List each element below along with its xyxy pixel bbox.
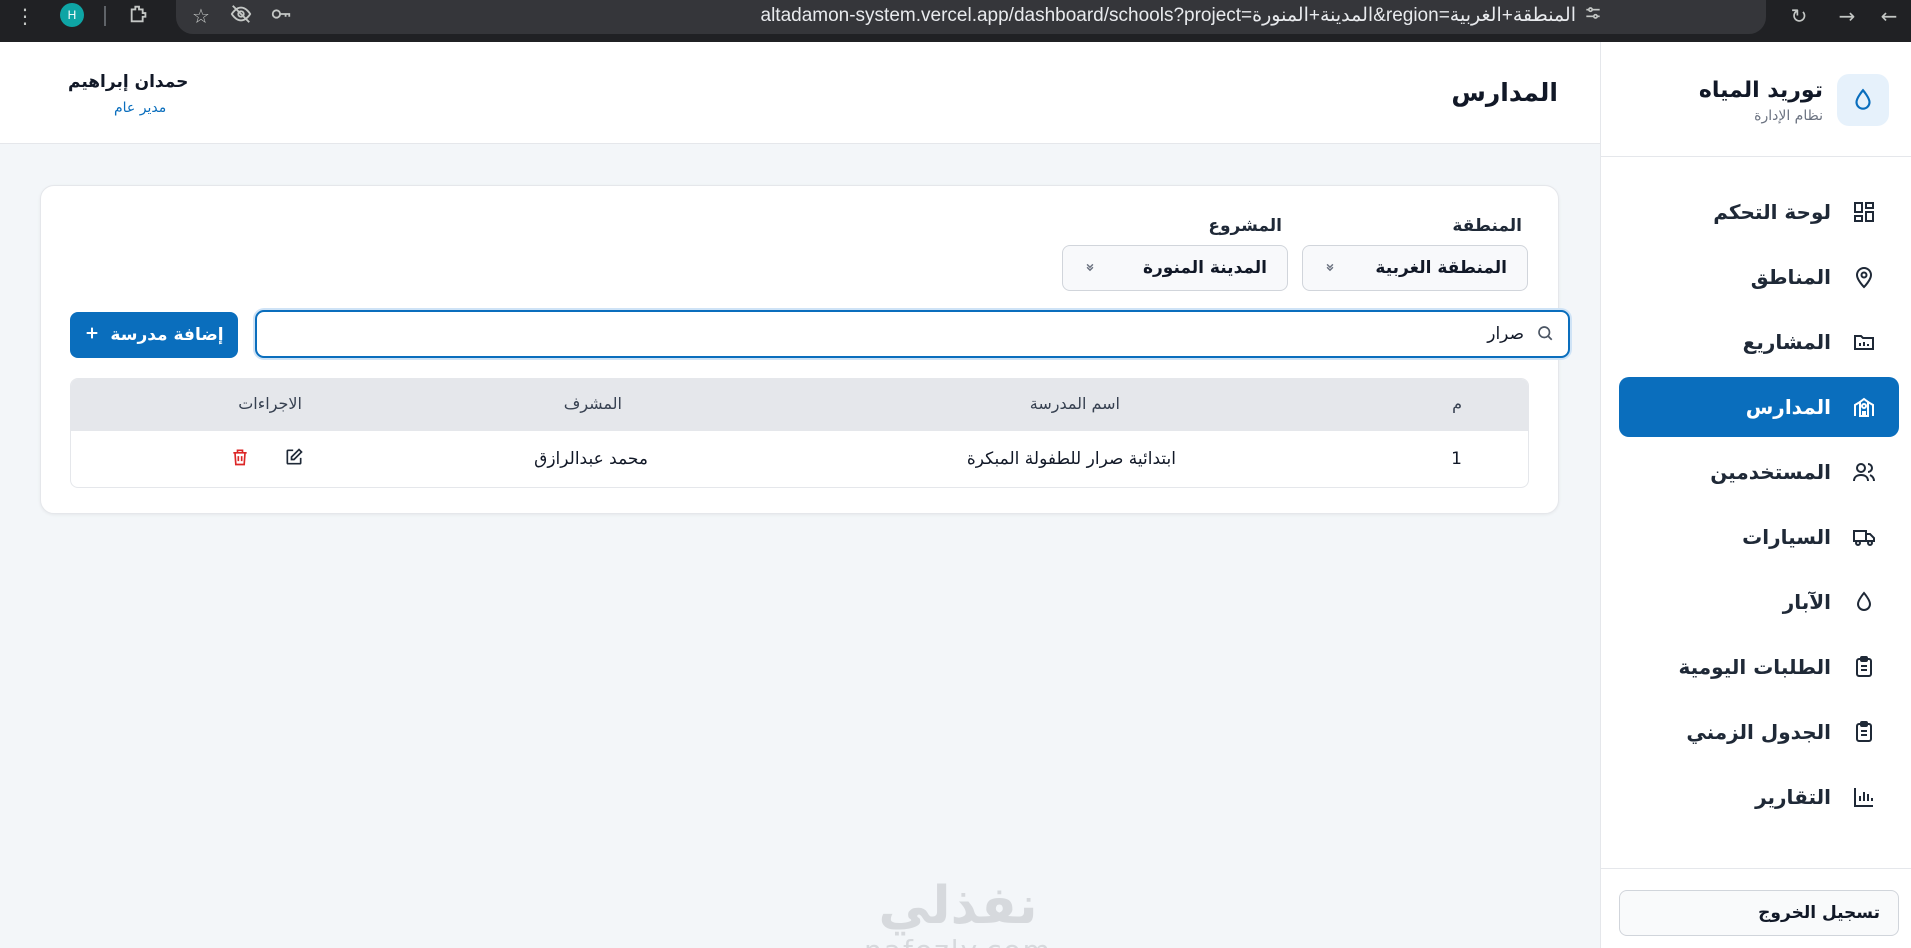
- column-header-index: م: [1452, 394, 1462, 413]
- bar-chart-icon: [1851, 784, 1877, 810]
- region-label: المنطقة: [1452, 216, 1522, 236]
- sidebar-item-schools[interactable]: المدارس: [1619, 377, 1899, 437]
- sidebar-item-label: المشاريع: [1742, 330, 1831, 354]
- column-header-actions: الاجراءات: [238, 394, 302, 413]
- clipboard-list-icon: [1851, 654, 1877, 680]
- add-school-label: إضافة مدرسة: [110, 325, 224, 345]
- extensions-icon[interactable]: [126, 3, 152, 29]
- row-school-name: ابتدائية صرار للطفولة المبكرة: [966, 449, 1176, 469]
- password-key-icon[interactable]: [268, 3, 294, 29]
- project-label: المشروع: [1208, 216, 1282, 236]
- profile-avatar[interactable]: H: [60, 3, 84, 27]
- map-pin-icon: [1851, 264, 1877, 290]
- browser-toolbar: ⋮ H ☆ altadamon-system.vercel.app/dashbo…: [0, 0, 1911, 42]
- search-icon: [1534, 324, 1554, 344]
- logout-button[interactable]: تسجيل الخروج: [1619, 890, 1899, 936]
- users-icon: [1851, 459, 1877, 485]
- truck-icon: [1851, 524, 1877, 550]
- droplet-icon: [1851, 589, 1877, 615]
- row-index: 1: [1451, 449, 1462, 469]
- user-name[interactable]: حمدان إبراهيم: [68, 72, 188, 92]
- sidebar-item-regions[interactable]: المناطق: [1619, 247, 1899, 307]
- bookmark-star-icon[interactable]: ☆: [188, 3, 214, 29]
- site-settings-icon[interactable]: [1580, 3, 1606, 29]
- watermark-logo: نفذلي nafezly.com: [848, 878, 1068, 948]
- chevron-updown-icon: [1323, 261, 1337, 275]
- edit-icon[interactable]: [282, 445, 306, 469]
- dashboard-grid-icon: [1851, 199, 1877, 225]
- sidebar-item-daily-orders[interactable]: الطلبات اليومية: [1619, 637, 1899, 697]
- sidebar-item-dashboard[interactable]: لوحة التحكم: [1619, 182, 1899, 242]
- browser-menu-icon[interactable]: ⋮: [12, 3, 38, 29]
- brand-title: توريد المياه: [1698, 78, 1823, 103]
- sidebar-item-label: المناطق: [1750, 265, 1831, 289]
- water-drop-icon: [1837, 74, 1889, 126]
- search-field[interactable]: [255, 310, 1570, 358]
- sidebar-item-schedule[interactable]: الجدول الزمني: [1619, 702, 1899, 762]
- address-bar[interactable]: ☆ altadamon-system.vercel.app/dashboard/…: [176, 0, 1766, 34]
- page-title: المدارس: [1451, 78, 1558, 107]
- region-select[interactable]: المنطقة الغربية: [1302, 245, 1528, 291]
- sidebar-item-label: السيارات: [1742, 525, 1831, 549]
- column-header-school-name: اسم المدرسة: [1029, 394, 1120, 413]
- project-select-value: المدينة المنورة: [1142, 258, 1267, 278]
- sidebar-item-wells[interactable]: الآبار: [1619, 572, 1899, 632]
- eye-off-icon[interactable]: [228, 3, 254, 29]
- sidebar-item-label: التقارير: [1755, 785, 1831, 809]
- back-icon[interactable]: ←: [1876, 3, 1902, 29]
- sidebar-item-label: الآبار: [1782, 590, 1831, 614]
- sidebar-item-label: المدارس: [1745, 395, 1831, 419]
- column-header-supervisor: المشرف: [563, 394, 622, 413]
- schools-table: م اسم المدرسة المشرف الاجراءات 1 ابتدائي…: [70, 378, 1529, 488]
- sidebar-nav: لوحة التحكم المناطق المشاريع المدارس الم…: [1619, 182, 1899, 832]
- sidebar-item-reports[interactable]: التقارير: [1619, 767, 1899, 827]
- plus-icon: [84, 325, 100, 346]
- sidebar-item-projects[interactable]: المشاريع: [1619, 312, 1899, 372]
- sidebar-item-users[interactable]: المستخدمين: [1619, 442, 1899, 502]
- sidebar-item-vehicles[interactable]: السيارات: [1619, 507, 1899, 567]
- sidebar-item-label: لوحة التحكم: [1713, 200, 1831, 224]
- project-select[interactable]: المدينة المنورة: [1062, 245, 1288, 291]
- delete-trash-icon[interactable]: [228, 445, 252, 469]
- row-supervisor: محمد عبدالرازق: [534, 449, 648, 469]
- add-school-button[interactable]: إضافة مدرسة: [70, 312, 238, 358]
- folder-icon: [1851, 329, 1877, 355]
- watermark-arabic: نفذلي: [878, 876, 1038, 936]
- sidebar-item-label: الجدول الزمني: [1686, 720, 1831, 744]
- app-root: توريد المياه نظام الإدارة لوحة التحكم ال…: [0, 42, 1911, 948]
- top-header: المدارس حمدان إبراهيم مدير عام: [0, 42, 1600, 144]
- chevron-updown-icon: [1083, 261, 1097, 275]
- forward-icon[interactable]: →: [1834, 3, 1860, 29]
- sidebar-item-label: الطلبات اليومية: [1678, 655, 1832, 679]
- url-text: altadamon-system.vercel.app/dashboard/sc…: [760, 5, 1577, 26]
- brand-subtitle: نظام الإدارة: [1754, 108, 1823, 124]
- brand: توريد المياه نظام الإدارة: [1619, 74, 1889, 126]
- reload-icon[interactable]: ↻: [1786, 3, 1812, 29]
- watermark-latin: nafezly.com: [848, 934, 1068, 948]
- sidebar: توريد المياه نظام الإدارة لوحة التحكم ال…: [1600, 42, 1911, 948]
- region-select-value: المنطقة الغربية: [1375, 258, 1507, 278]
- school-building-icon: [1851, 394, 1877, 420]
- user-role: مدير عام: [114, 100, 167, 116]
- search-input[interactable]: [324, 324, 1524, 344]
- schools-card: المنطقة المنطقة الغربية المشروع المدينة …: [40, 185, 1570, 514]
- sidebar-item-label: المستخدمين: [1710, 460, 1831, 484]
- clipboard-list-icon: [1851, 719, 1877, 745]
